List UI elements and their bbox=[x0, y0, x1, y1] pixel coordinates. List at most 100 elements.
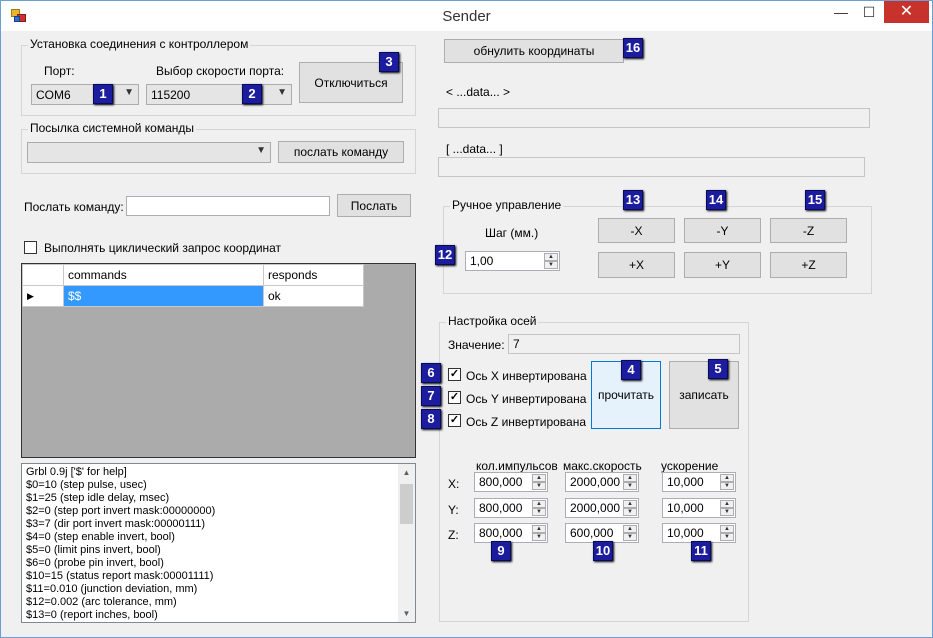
row-header-corner bbox=[22, 264, 64, 286]
speed-select[interactable]: 115200 ▼ bbox=[146, 84, 292, 105]
minus-z-button[interactable]: -Z bbox=[770, 218, 847, 243]
plus-z-button[interactable]: +Z bbox=[770, 252, 847, 278]
minimize-button[interactable]: — bbox=[826, 1, 856, 23]
port-select[interactable]: COM6 ▼ bbox=[31, 84, 139, 105]
y-pulses-stepper[interactable]: 800,000 ▲ ▼ bbox=[474, 498, 548, 518]
spin-down-icon[interactable]: ▼ bbox=[720, 482, 734, 490]
spin-down-icon[interactable]: ▼ bbox=[720, 508, 734, 516]
maximize-button[interactable]: ☐ bbox=[854, 1, 884, 23]
scroll-thumb[interactable] bbox=[400, 484, 413, 524]
x-speed-stepper[interactable]: 2000,000 ▲ ▼ bbox=[565, 472, 639, 492]
step-spin[interactable]: ▲ ▼ bbox=[544, 253, 558, 269]
minus-y-button[interactable]: -Y bbox=[684, 218, 761, 243]
spin-down-icon[interactable]: ▼ bbox=[623, 482, 637, 490]
x-accel-stepper[interactable]: 10,000 ▲ ▼ bbox=[662, 472, 736, 492]
column-header-commands[interactable]: commands bbox=[63, 264, 264, 286]
invert-x-label: Ось X инвертирована bbox=[466, 369, 587, 383]
command-cell[interactable]: $$ bbox=[63, 285, 264, 307]
spin-down-icon[interactable]: ▼ bbox=[720, 533, 734, 541]
log-textarea[interactable]: Grbl 0.9j ['$' for help] $0=10 (step pul… bbox=[21, 463, 416, 623]
y-pulses-value: 800,000 bbox=[479, 501, 523, 515]
value-label: Значение: bbox=[448, 338, 505, 352]
y-accel-spin[interactable]: ▲ ▼ bbox=[720, 500, 734, 516]
spin-up-icon[interactable]: ▲ bbox=[623, 525, 637, 533]
spin-down-icon[interactable]: ▼ bbox=[623, 533, 637, 541]
send-command-input[interactable] bbox=[126, 196, 330, 216]
spin-up-icon[interactable]: ▲ bbox=[720, 500, 734, 508]
log-scrollbar[interactable]: ▲ ▼ bbox=[398, 464, 415, 622]
spin-down-icon[interactable]: ▼ bbox=[532, 508, 546, 516]
x-pulses-spin[interactable]: ▲ ▼ bbox=[532, 474, 546, 490]
invert-z-label: Ось Z инвертирована bbox=[466, 415, 586, 429]
send-system-command-button[interactable]: послать команду bbox=[278, 141, 404, 163]
scroll-down-icon[interactable]: ▼ bbox=[398, 607, 415, 620]
spin-down-icon[interactable]: ▼ bbox=[532, 533, 546, 541]
z-pulses-value: 800,000 bbox=[479, 526, 523, 540]
badge-13: 13 bbox=[623, 190, 643, 210]
y-speed-spin[interactable]: ▲ ▼ bbox=[623, 500, 637, 516]
spin-up-icon[interactable]: ▲ bbox=[532, 525, 546, 533]
port-label: Порт: bbox=[44, 64, 75, 78]
window-title: Sender bbox=[442, 8, 491, 25]
close-button[interactable]: ✕ bbox=[884, 1, 929, 23]
log-line: $5=0 (limit pins invert, bool) bbox=[26, 544, 161, 556]
y-pulses-spin[interactable]: ▲ ▼ bbox=[532, 500, 546, 516]
minus-x-button[interactable]: -X bbox=[598, 218, 675, 243]
send-button[interactable]: Послать bbox=[337, 194, 411, 217]
speed-label: Выбор скорости порта: bbox=[156, 64, 285, 78]
invert-y-checkbox[interactable]: ✓ bbox=[448, 391, 461, 404]
badge-15: 15 bbox=[805, 190, 825, 210]
data-angle-label: < ...data... > bbox=[446, 85, 511, 99]
badge-12: 12 bbox=[435, 245, 455, 265]
invert-x-checkbox[interactable]: ✓ bbox=[448, 368, 461, 381]
z-pulses-stepper[interactable]: 800,000 ▲ ▼ bbox=[474, 523, 548, 543]
x-pulses-stepper[interactable]: 800,000 ▲ ▼ bbox=[474, 472, 548, 492]
chevron-down-icon: ▼ bbox=[277, 87, 287, 98]
spin-down-icon[interactable]: ▼ bbox=[532, 482, 546, 490]
spin-up-icon[interactable]: ▲ bbox=[720, 474, 734, 482]
spin-up-icon[interactable]: ▲ bbox=[532, 500, 546, 508]
spin-up-icon[interactable]: ▲ bbox=[532, 474, 546, 482]
badge-3: 3 bbox=[379, 52, 399, 72]
plus-y-button[interactable]: +Y bbox=[684, 252, 761, 278]
system-command-select[interactable]: ▼ bbox=[27, 142, 271, 163]
z-accel-spin[interactable]: ▲ ▼ bbox=[720, 525, 734, 541]
log-line: $1=25 (step idle delay, msec) bbox=[26, 492, 170, 504]
write-button[interactable]: записать bbox=[669, 361, 739, 429]
scroll-up-icon[interactable]: ▲ bbox=[398, 466, 415, 479]
chevron-down-icon: ▼ bbox=[256, 145, 266, 156]
spin-down-icon[interactable]: ▼ bbox=[623, 508, 637, 516]
z-speed-value: 600,000 bbox=[570, 526, 614, 540]
badge-7: 7 bbox=[421, 386, 441, 406]
respond-cell[interactable]: ok bbox=[263, 285, 364, 307]
spin-down-icon[interactable]: ▼ bbox=[544, 261, 558, 269]
z-speed-spin[interactable]: ▲ ▼ bbox=[623, 525, 637, 541]
cyclic-request-checkbox[interactable] bbox=[24, 241, 37, 254]
x-accel-spin[interactable]: ▲ ▼ bbox=[720, 474, 734, 490]
badge-5: 5 bbox=[708, 359, 728, 379]
spin-up-icon[interactable]: ▲ bbox=[720, 525, 734, 533]
z-pulses-spin[interactable]: ▲ ▼ bbox=[532, 525, 546, 541]
value-field: 7 bbox=[508, 334, 740, 354]
y-accel-stepper[interactable]: 10,000 ▲ ▼ bbox=[662, 498, 736, 518]
step-stepper[interactable]: 1,00 ▲ ▼ bbox=[465, 251, 560, 271]
x-speed-spin[interactable]: ▲ ▼ bbox=[623, 474, 637, 490]
table-row[interactable]: ▶ $$ ok bbox=[22, 285, 364, 307]
commands-grid[interactable]: commands responds ▶ $$ ok bbox=[21, 263, 416, 458]
column-header-responds[interactable]: responds bbox=[263, 264, 364, 286]
invert-z-checkbox[interactable]: ✓ bbox=[448, 414, 461, 427]
reset-coordinates-button[interactable]: обнулить координаты bbox=[444, 39, 624, 63]
y-accel-value: 10,000 bbox=[667, 501, 704, 515]
step-value: 1,00 bbox=[470, 254, 494, 268]
spin-up-icon[interactable]: ▲ bbox=[623, 500, 637, 508]
x-accel-value: 10,000 bbox=[667, 475, 704, 489]
plus-x-button[interactable]: +X bbox=[598, 252, 675, 278]
column-header-accel: ускорение bbox=[661, 459, 719, 473]
spin-up-icon[interactable]: ▲ bbox=[623, 474, 637, 482]
z-accel-stepper[interactable]: 10,000 ▲ ▼ bbox=[662, 523, 736, 543]
x-pulses-value: 800,000 bbox=[479, 475, 523, 489]
y-speed-stepper[interactable]: 2000,000 ▲ ▼ bbox=[565, 498, 639, 518]
title-bar: Sender — ☐ ✕ bbox=[1, 1, 932, 31]
z-speed-stepper[interactable]: 600,000 ▲ ▼ bbox=[565, 523, 639, 543]
spin-up-icon[interactable]: ▲ bbox=[544, 253, 558, 261]
